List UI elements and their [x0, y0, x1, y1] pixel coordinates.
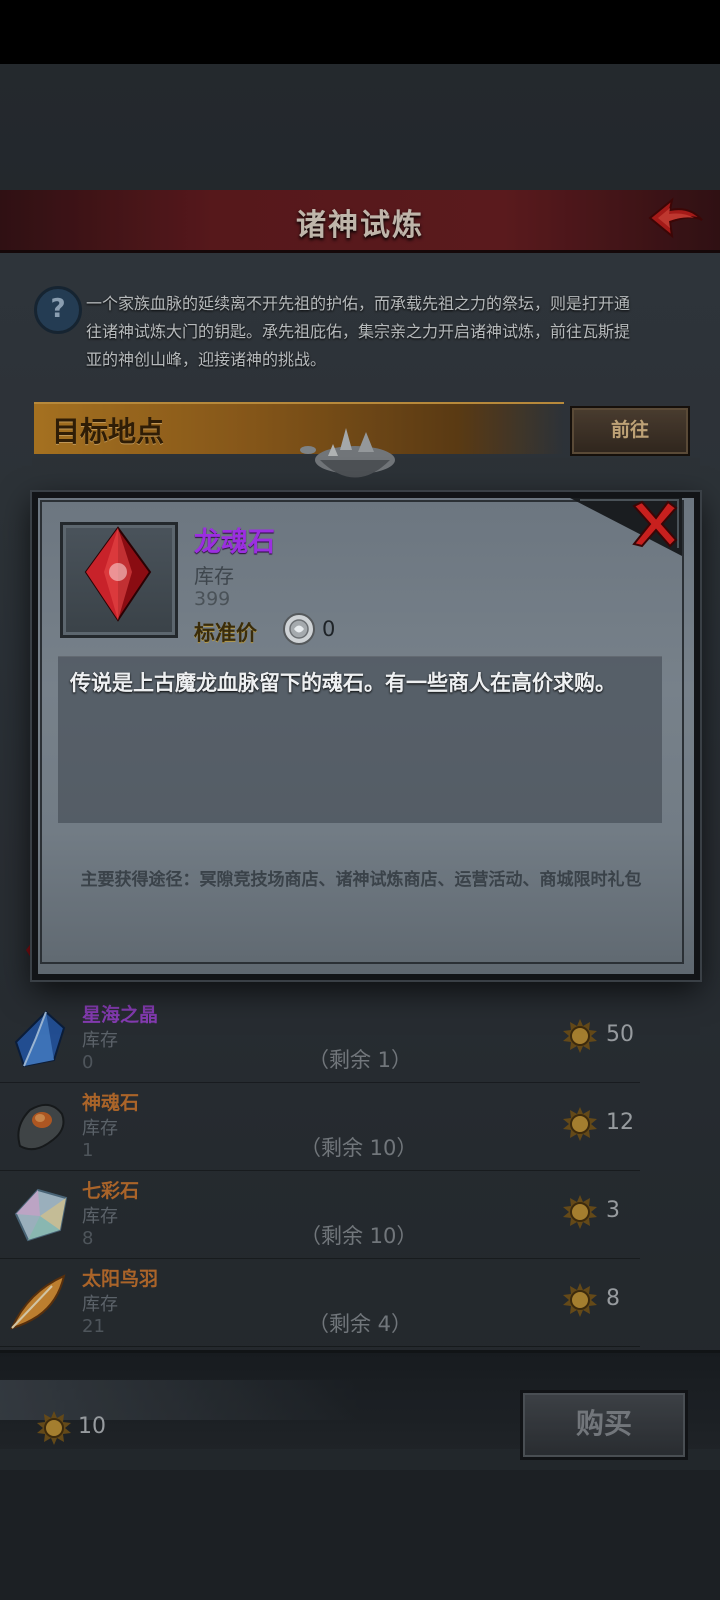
close-icon	[632, 500, 678, 548]
close-button[interactable]	[628, 498, 680, 550]
silver-coin-icon	[283, 613, 315, 645]
status-bar	[0, 0, 720, 64]
item-price-label-text: 标准价	[194, 621, 257, 645]
item-price-label: 标准价	[194, 617, 257, 647]
item-description: 传说是上古魔龙血脉留下的魂石。有一些商人在高价求购。	[70, 671, 616, 695]
item-price: 0	[322, 617, 336, 641]
dragon-soul-stone-icon	[84, 526, 152, 622]
item-source: 主要获得途径：冥隙竞技场商店、诸神试炼商店、运营活动、商城限时礼包	[80, 870, 642, 890]
item-stock-label: 库存	[194, 564, 234, 588]
item-stock-qty: 399	[194, 588, 231, 610]
item-name: 龙魂石	[194, 527, 275, 558]
